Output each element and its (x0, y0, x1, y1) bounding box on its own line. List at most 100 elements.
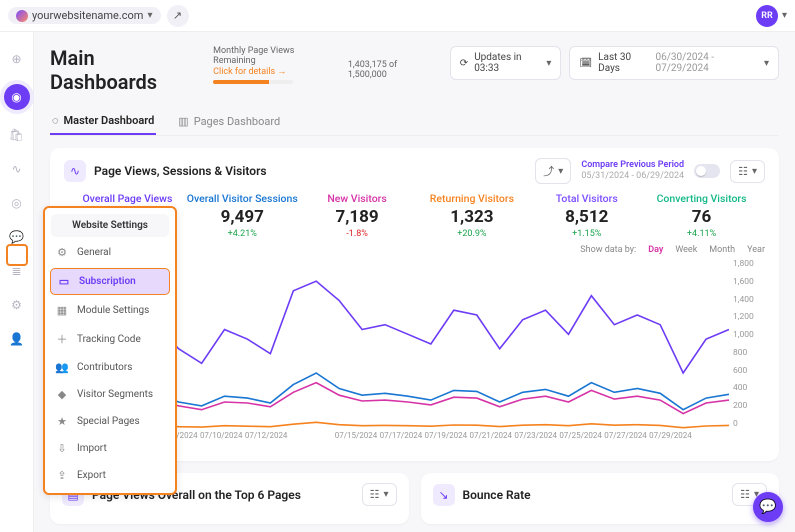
x-tick: 07/12/2024 (244, 431, 289, 447)
chevron-down-icon[interactable]: ▾ (782, 10, 787, 21)
page-header: Main Dashboards Monthly Page Views Remai… (50, 46, 779, 94)
y-tick: 400 (733, 383, 765, 393)
sliders-icon: ☷ (370, 488, 380, 501)
website-settings-flyout: Website Settings ⚙General ▭ Subscription ▦M… (43, 206, 177, 495)
gauge-icon: ◌ (52, 114, 59, 127)
granularity-month[interactable]: Month (709, 245, 735, 255)
updates-label: Updates in 03:33 (474, 52, 540, 74)
granularity-week[interactable]: Week (675, 245, 697, 255)
y-tick: 1,200 (733, 312, 765, 322)
metric[interactable]: Overall Visitor Sessions 9,497 +4.21% (185, 192, 300, 239)
compare-toggle[interactable] (694, 164, 720, 178)
metric-change: +20.9% (414, 229, 529, 239)
metric-change: +1.15% (529, 229, 644, 239)
rail-target-icon[interactable]: ◎ (8, 194, 26, 212)
chevron-down-icon: ▾ (558, 166, 563, 177)
chevron-down-icon: ▾ (752, 166, 757, 177)
chart-icon: ∿ (64, 160, 86, 182)
flyout-item-visitor-segments[interactable]: ◆Visitor Segments (45, 381, 175, 408)
updates-pill[interactable]: ⟳ Updates in 03:33 ▾ (450, 46, 562, 80)
export-button[interactable]: ⤴ ▾ (535, 158, 571, 184)
flyout-item-label: Tracking Code (77, 334, 141, 345)
flyout-item-icon: ＋ (55, 331, 69, 347)
open-external-button[interactable]: ↗ (167, 5, 189, 27)
y-tick: 600 (733, 366, 765, 376)
y-tick: 1,400 (733, 295, 765, 305)
metric-label: Overall Visitor Sessions (185, 192, 300, 205)
upload-icon: ⤴ (543, 163, 554, 179)
metric-value: 1,323 (414, 207, 529, 227)
metric-value: 8,512 (529, 207, 644, 227)
quota-label: Monthly Page Views Remaining (213, 46, 330, 66)
rail-activity-icon[interactable]: ∿ (8, 160, 26, 178)
y-tick: 1,000 (733, 330, 765, 340)
flyout-item-export[interactable]: ⇪ Export (45, 462, 175, 489)
flyout-item-module-settings[interactable]: ▦Module Settings (45, 297, 175, 324)
flyout-item-icon: ⇪ (55, 469, 69, 482)
y-tick: 0 (733, 419, 765, 429)
pages-icon: ▥ (178, 115, 188, 128)
y-tick: 1,600 (733, 277, 765, 287)
card-title: Page Views, Sessions & Visitors (94, 164, 267, 178)
rail-cart-icon[interactable]: 🛍 (8, 126, 26, 144)
chat-icon: 💬 (759, 499, 776, 515)
card-settings-button[interactable]: ☷ ▾ (362, 483, 397, 506)
flyout-item-tracking-code[interactable]: ＋ Tracking Code (45, 324, 175, 354)
tab-master-dashboard[interactable]: ◌ Master Dashboard (50, 108, 156, 135)
tab-label: Pages Dashboard (194, 115, 280, 128)
flyout-item-icon: ⚙ (55, 246, 69, 259)
flyout-title: Website Settings (51, 214, 169, 237)
y-tick: 1,800 (733, 259, 765, 269)
flyout-item-label: Export (77, 470, 106, 481)
granularity-year[interactable]: Year (747, 245, 765, 255)
flyout-item-general[interactable]: ⚙General (45, 239, 175, 266)
quota-sub: Click for details → (213, 66, 330, 77)
quota-widget[interactable]: Monthly Page Views Remaining Click for d… (213, 46, 330, 84)
chevron-down-icon: ▾ (383, 489, 388, 500)
quota-value: 1,403,175 of 1,500,000 (348, 60, 432, 80)
metric[interactable]: Returning Visitors 1,323 +20.9% (414, 192, 529, 239)
x-tick: 07/27/2024 (603, 431, 648, 447)
chevron-down-icon: ▾ (546, 58, 551, 69)
metric[interactable]: Converting Visitors76+4.11% (644, 192, 759, 239)
metric[interactable]: Total Visitors8,512+1.15% (529, 192, 644, 239)
tab-label: Master Dashboard (64, 114, 155, 127)
dashboard-tabs: ◌ Master Dashboard ▥ Pages Dashboard (50, 108, 779, 136)
calendar-icon: 🗓 (579, 58, 592, 69)
flyout-item-special-pages[interactable]: ★Special Pages (45, 408, 175, 435)
rail-users-icon[interactable]: 👤 (8, 330, 26, 348)
compare-range: 05/31/2024 - 06/29/2024 (581, 171, 684, 182)
settings-button[interactable]: ☷ ▾ (730, 160, 765, 183)
date-range-pill[interactable]: 🗓 Last 30 Days 06/30/2024 - 07/29/2024 ▾ (569, 46, 779, 80)
y-tick: 200 (733, 401, 765, 411)
flyout-item-label: Visitor Segments (77, 389, 153, 400)
x-tick: 07/29/2024 (648, 431, 693, 447)
flyout-item-subscription[interactable]: ▭ Subscription (50, 268, 170, 295)
flyout-item-import[interactable]: ⇩Import (45, 435, 175, 462)
metric-label: Returning Visitors (414, 192, 529, 205)
refresh-icon: ⟳ (460, 58, 468, 69)
flyout-item-label: Subscription (79, 276, 136, 287)
x-tick: 07/19/2024 (423, 431, 468, 447)
flyout-item-contributors[interactable]: 👥Contributors (45, 354, 175, 381)
flyout-item-label: Module Settings (77, 305, 149, 316)
y-tick: 800 (733, 348, 765, 358)
user-avatar[interactable]: RR (756, 5, 778, 27)
rail-settings-icon[interactable]: ⚙ (8, 296, 26, 314)
site-selector[interactable]: yourwebsitename.com ▾ (8, 7, 161, 24)
y-axis: 1,800 1,600 1,400 1,200 1,000 800 600 400 200 0 (729, 257, 765, 447)
metric-label: Overall Page Views (70, 192, 185, 205)
chevron-down-icon: ▾ (147, 10, 152, 21)
tab-pages-dashboard[interactable]: ▥ Pages Dashboard (176, 108, 282, 135)
external-link-icon: ↗ (173, 9, 182, 22)
chat-fab[interactable]: 💬 (753, 492, 783, 522)
rail-add-icon[interactable]: ⊕ (8, 50, 26, 68)
metric-value: 9,497 (185, 207, 300, 227)
compare-title: Compare Previous Period (581, 160, 684, 171)
rail-dashboard-icon[interactable]: ◉ (4, 84, 30, 110)
metric[interactable]: New Visitors7,189-1.8% (300, 192, 415, 239)
left-nav-rail: ⊕ ◉ 🛍 ∿ ◎ 💬 ≣ ⚙ 👤 (0, 32, 34, 532)
flyout-item-icon: ▭ (57, 275, 71, 288)
granularity-day[interactable]: Day (648, 245, 663, 255)
metric-change: +4.21% (185, 229, 300, 239)
